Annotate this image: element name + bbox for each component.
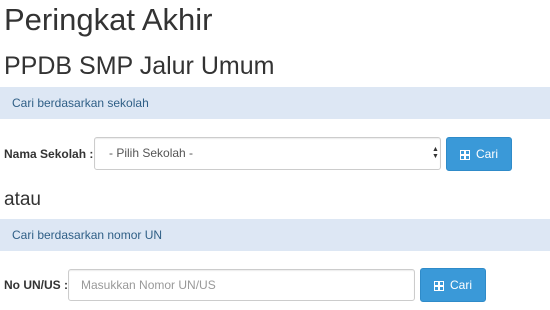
or-separator: atau — [4, 189, 41, 210]
grid-icon — [459, 150, 470, 160]
search-by-school-button-label: Cari — [475, 147, 498, 161]
search-by-school-button[interactable]: Cari — [446, 137, 512, 171]
school-select-value: - Pilih Sekolah - — [109, 146, 194, 160]
grid-icon — [433, 281, 444, 291]
page-title: Peringkat Akhir — [4, 2, 213, 37]
school-search-section-header: Cari berdasarkan sekolah — [0, 87, 550, 119]
un-number-label: No UN/US : — [4, 278, 68, 292]
search-by-un-button-label: Cari — [449, 278, 472, 292]
select-arrows-icon: ▲ ▼ — [432, 146, 439, 160]
page-subtitle: PPDB SMP Jalur Umum — [4, 52, 275, 80]
un-number-input[interactable] — [68, 269, 415, 301]
page: Peringkat Akhir PPDB SMP Jalur Umum Cari… — [0, 0, 550, 310]
search-by-un-button[interactable]: Cari — [420, 268, 486, 302]
un-search-section-header: Cari berdasarkan nomor UN — [0, 219, 550, 251]
school-name-label: Nama Sekolah : — [4, 147, 94, 161]
school-select[interactable]: - Pilih Sekolah - ▲ ▼ — [94, 137, 441, 170]
